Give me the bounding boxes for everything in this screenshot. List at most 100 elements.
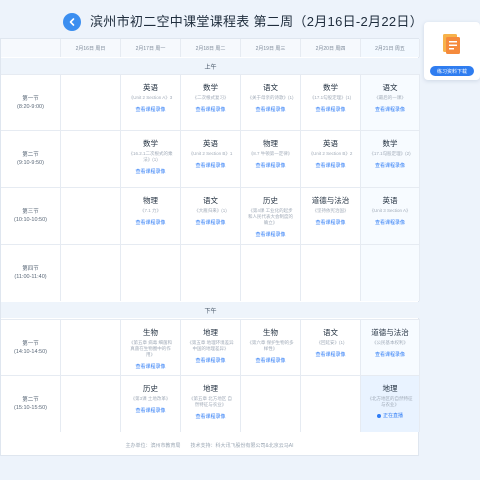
course-topic: 《回延安》(1) [316,340,345,345]
period-name: 第四节 [22,266,39,272]
empty-cell [61,74,121,130]
course-subject: 地理 [203,384,218,393]
period-time: (9:10-9:50) [17,160,44,166]
course-subject: 语文 [382,83,398,92]
view-recording-link[interactable]: 查看课程录像 [375,162,405,169]
course-topic: 《关于母亲的诗歌》(1) [247,95,294,100]
day-header: 2月16日 周日 [61,39,121,57]
course-topic: 《第五章 地理环境差异 中国的地理差异》 [187,340,234,351]
course-subject: 语文 [323,328,338,337]
course-topic: 《北方地区的自然特征与农业》 [367,396,413,407]
course-topic: 《第五章 北方地区 自然特征与农业》 [189,396,232,407]
empty-cell [361,244,420,301]
course-topic: 《坚持依宪治国》 [312,208,349,213]
view-recording-link[interactable]: 查看课程录像 [195,106,225,113]
course-topic: 《二次根式复习》 [192,95,229,100]
view-recording-link[interactable]: 查看课程录像 [255,231,285,238]
course-cell: 数学 《17.1勾股定理》(1) 查看课程录像 [301,74,361,130]
view-recording-link[interactable]: 查看课程录像 [255,357,285,364]
period-time: (11:00-11:40) [14,274,47,280]
day-header: 2月19日 周三 [241,39,301,57]
course-subject: 英语 [143,83,158,92]
header-corner [1,39,61,57]
day-header: 2月17日 周一 [121,39,181,57]
view-recording-link[interactable]: 查看课程录像 [315,219,345,226]
period-label: 第四节 (11:00-11:40) [1,244,61,301]
course-cell: 语文《回延安》(1) 查看课程录像 [301,319,361,375]
course-cell: 地理《北方地区的自然特征与农业》正在直播 [361,375,420,432]
view-recording-link[interactable]: 查看课程录像 [375,106,405,113]
course-topic: 《第五章 病毒 细菌和真菌在生物圈中的作用》 [129,340,172,357]
course-topic: 《16.2.1二次根式的乘法》(1) [128,151,173,162]
course-subject: 英语 [203,139,218,148]
view-recording-link[interactable]: 查看课程录像 [135,106,165,113]
course-cell: 生物 《第五章 病毒 细菌和真菌在生物圈中的作用》 查看课程录像 [121,319,181,375]
chevron-left-icon [69,18,75,26]
view-recording-link[interactable]: 查看课程录像 [135,168,165,175]
course-subject: 生物 [263,328,278,337]
period-time: (14:10-14:50) [13,348,48,355]
course-topic: 《Unit 2 Section B》1 [188,151,233,156]
course-topic: 《Unit 2 Section B》2 [308,151,353,156]
course-cell: 历史 《第4课 工业化的起步和人民代表大会制度的确立》 查看课程录像 [241,187,301,244]
course-subject: 地理 [382,384,398,393]
document-icon [443,34,460,54]
empty-cell [241,244,301,301]
view-recording-link[interactable]: 查看课程录像 [255,106,285,113]
course-topic: 《第3课 土地改革》 [130,396,171,401]
course-topic: 《大雁归来》(1) [194,208,227,213]
course-subject: 历史 [263,196,278,205]
download-materials-button[interactable]: 练习资料下载 [430,66,474,76]
course-cell: 语文 《大雁归来》(1) 查看课程录像 [181,187,241,244]
empty-cell [61,130,121,187]
section-morning: 上午 [1,58,420,74]
period-label: 第三节 (10:10-10:50) [1,187,61,244]
view-recording-link[interactable]: 查看课程录像 [135,407,165,414]
view-recording-link[interactable]: 查看课程录像 [315,162,345,169]
page-header: 滨州市初二空中课堂课程表 第二周（2月16日-2月22日） [0,0,480,40]
period-name: 第一节 [22,95,39,102]
timetable: 2月16日 周日 2月17日 周一 2月18日 周二 2月19日 周三 2月20日 周四… [0,38,420,456]
back-button[interactable] [63,13,81,31]
course-cell: 道德与法治 《坚持依宪治国》 查看课程录像 [301,187,361,244]
live-indicator-icon [376,413,381,418]
view-recording-link[interactable]: 查看课程录像 [315,351,345,358]
live-now-link[interactable]: 正在直播 [376,412,403,419]
course-cell: 数学 《16.2.1二次根式的乘法》(1) 查看课程录像 [121,130,181,187]
empty-cell [181,244,241,301]
period-label: 第一节 (8:20-9:00) [1,74,61,130]
course-topic: 《第六章 保护生物的多样性》 [247,340,294,351]
day-header: 2月21日 周五 [361,39,420,57]
course-subject: 数学 [203,83,218,92]
course-topic: 《最后的一课》 [374,95,406,100]
period-name: 第三节 [22,209,39,215]
section-afternoon: 下午 [1,302,420,318]
course-topic: 《8.7 牛顿第一定律》 [248,151,293,156]
view-recording-link[interactable]: 查看课程录像 [375,351,405,358]
view-recording-link[interactable]: 查看课程录像 [375,219,405,226]
course-subject: 语文 [263,83,278,92]
view-recording-link[interactable]: 查看课程录像 [195,413,225,420]
empty-cell [301,375,361,432]
day-header: 2月20日 周四 [301,39,361,57]
view-recording-link[interactable]: 查看课程录像 [195,162,225,169]
course-topic: 《17.1勾股定理》(2) [369,151,411,156]
period-label: 第二节 (9:10-9:50) [1,130,61,187]
course-cell: 语文《最后的一课》 查看课程录像 [361,74,420,130]
course-subject: 物理 [143,196,158,205]
course-subject: 历史 [143,384,158,393]
empty-cell [61,319,121,375]
view-recording-link[interactable]: 查看课程录像 [135,219,165,226]
period-time: (8:20-9:00) [17,103,44,110]
course-topic: 《Unit 3 Section A》 [369,208,411,213]
period-name: 第二节 [22,152,39,158]
course-cell: 地理 《第五章 地理环境差异 中国的地理差异》 查看课程录像 [181,319,241,375]
course-cell: 历史《第3课 土地改革》 查看课程录像 [121,375,181,432]
view-recording-link[interactable]: 查看课程录像 [315,106,345,113]
view-recording-link[interactable]: 查看课程录像 [195,219,225,226]
view-recording-link[interactable]: 查看课程录像 [135,363,165,370]
course-topic: 《17.1勾股定理》(1) [309,95,352,100]
course-cell: 英语《Unit 2 Section B》1 查看课程录像 [181,130,241,187]
view-recording-link[interactable]: 查看课程录像 [255,162,285,169]
view-recording-link[interactable]: 查看课程录像 [195,357,225,364]
